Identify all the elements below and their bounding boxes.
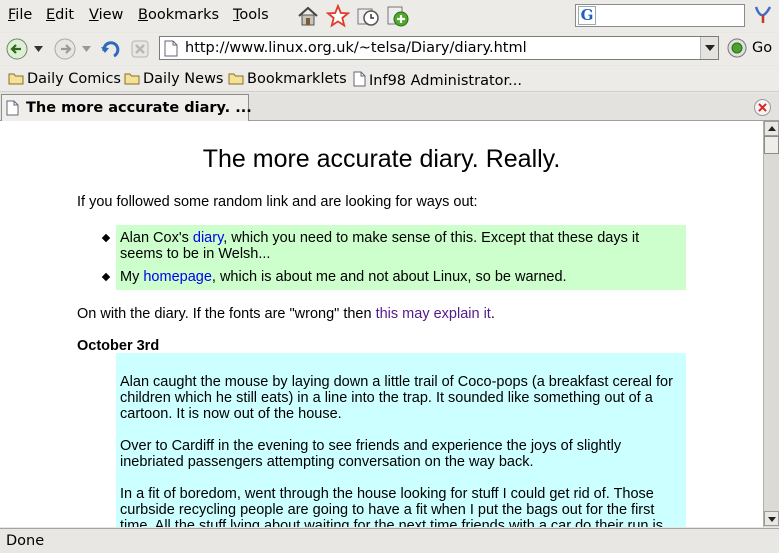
navigation-toolbar: http://www.linux.org.uk/~telsa/Diary/dia… [0,33,779,65]
home-icon[interactable] [296,4,320,28]
stop-icon[interactable] [128,37,152,61]
entry-paragraph: Alan caught the mouse by laying down a l… [120,374,680,422]
entry-line: cartoon. It is now out of the house. [120,406,342,422]
go-icon [727,38,747,58]
reload-icon[interactable] [98,37,122,61]
bookmarks-toolbar: Daily Comics Daily News Bookmarklets Inf… [0,66,779,92]
page-icon [353,71,366,87]
menu-bookmarks-mnemonic: B [138,7,148,23]
go-button[interactable]: Go [726,37,772,59]
fonts-note-text: On with the diary. If the fonts are "wro… [77,306,376,322]
entry-date: October 3rd [77,338,160,354]
menu-bookmarks-label: ookmarks [147,7,220,23]
folder-icon [228,73,244,85]
tab-strip: The more accurate diary. ... [0,93,779,121]
list-bullet [101,272,111,282]
back-arrow-icon[interactable] [6,38,28,60]
list-item-text: , which is about me and not about Linux,… [211,269,567,285]
status-text: Done [6,533,45,549]
homepage-link[interactable]: homepage [143,269,212,285]
new-tab-plus-icon[interactable] [386,4,410,28]
bookmark-star-icon[interactable] [326,4,350,28]
entry-line: In a fit of boredom, went through the ho… [120,486,654,502]
status-bar: Done [0,528,779,553]
entry-line: time. All the stuff lying about waiting … [120,518,663,527]
list-item: Alan Cox's diary, which you need to make… [120,230,639,247]
bookmark-label: Inf98 Administrator... [369,73,522,89]
bookmark-daily-comics[interactable]: Daily Comics [8,71,121,87]
google-logo-icon: G [578,6,596,25]
arrow-up-icon [768,126,776,131]
scroll-down-button[interactable] [764,511,779,526]
url-bar[interactable]: http://www.linux.org.uk/~telsa/Diary/dia… [159,36,719,60]
page-content: The more accurate diary. Really. If you … [0,121,763,527]
diary-entry: Alan caught the mouse by laying down a l… [116,353,686,527]
scroll-up-button[interactable] [764,121,779,136]
menu-view-label: iew [98,7,124,23]
menu-tools[interactable]: Tools [233,7,269,23]
menu-view-mnemonic: V [89,7,99,23]
page-icon [164,40,178,57]
menu-view[interactable]: View [89,7,123,23]
arrow-down-icon [768,517,776,522]
history-clock-icon[interactable] [356,4,380,28]
diary-link[interactable]: diary [193,230,223,246]
go-label: Go [752,40,773,56]
fonts-explain-link[interactable]: this may explain it [376,306,491,322]
menu-edit-mnemonic: E [46,7,56,23]
back-history-chevron-down-icon[interactable] [34,46,43,52]
menu-tools-label: ools [239,7,269,23]
menu-file[interactable]: File [8,7,32,23]
fonts-note-text: . [490,306,495,322]
list-bullet [101,233,111,243]
scrollbar-thumb[interactable] [764,136,779,154]
tab-current[interactable]: The more accurate diary. ... [1,94,252,121]
list-item-text: , which you need to make sense of this. … [223,230,640,246]
close-tab-icon[interactable] [754,99,771,116]
folder-icon [124,73,140,85]
list-item-text: My [120,269,144,285]
url-history-dropdown[interactable] [700,37,718,59]
bookmark-label: Bookmarklets [247,71,347,87]
entry-paragraph: In a fit of boredom, went through the ho… [120,486,680,527]
entry-paragraph: Over to Cardiff in the evening to see fr… [120,438,680,470]
intro-text: If you followed some random link and are… [77,194,478,210]
fonts-note: On with the diary. If the fonts are "wro… [77,306,495,322]
vertical-scrollbar[interactable] [763,121,779,527]
bookmark-inf98-administrator[interactable]: Inf98 Administrator... [353,71,522,89]
page-title: The more accurate diary. Really. [202,145,561,173]
bookmark-daily-news[interactable]: Daily News [124,71,223,87]
menubar: File Edit View Bookmarks Tools G [0,0,779,32]
throbber-icon [754,6,772,23]
menu-bookmarks[interactable]: Bookmarks [138,7,219,23]
entry-line: inebriated passengers attempting convers… [120,454,534,470]
tab-title: The more accurate diary. ... [26,100,252,116]
links-box: Alan Cox's diary, which you need to make… [116,225,686,290]
menu-edit[interactable]: Edit [46,7,74,23]
page-icon [6,100,19,116]
list-item-continuation: seems to be in Welsh... [120,246,271,262]
bookmark-label: Daily Comics [27,71,121,87]
menu-edit-label: dit [55,7,75,23]
folder-icon [8,73,24,85]
entry-line: curbside recycling people are going to h… [120,502,655,518]
forward-arrow-icon[interactable] [54,38,76,60]
forward-history-chevron-down-icon[interactable] [82,46,91,52]
url-text[interactable]: http://www.linux.org.uk/~telsa/Diary/dia… [185,40,527,56]
entry-line: children which he still eats) in a line … [120,390,653,406]
list-item-text: Alan Cox's [120,230,193,246]
bookmark-label: Daily News [143,71,224,87]
list-item: My homepage, which is about me and not a… [120,269,567,286]
menu-file-label: ile [15,7,33,23]
bookmark-bookmarklets[interactable]: Bookmarklets [228,71,347,87]
entry-line: Over to Cardiff in the evening to see fr… [120,438,622,454]
search-input[interactable]: G [575,4,745,27]
entry-line: Alan caught the mouse by laying down a l… [120,374,673,390]
